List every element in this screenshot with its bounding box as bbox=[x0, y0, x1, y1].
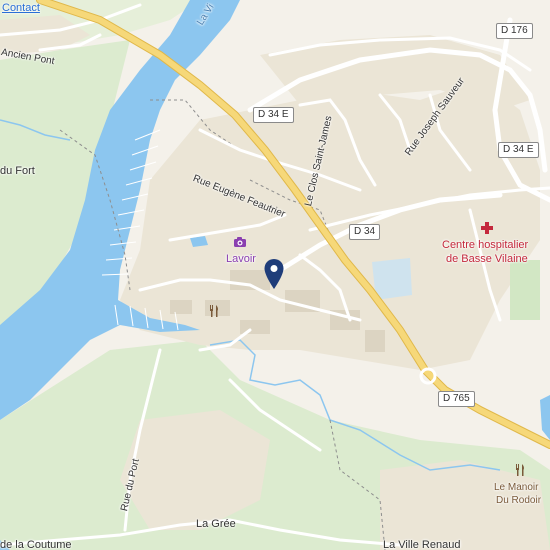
place-label-la-ville-renaud: La Ville Renaud bbox=[383, 539, 461, 550]
road-shield-d34e: D 34 E bbox=[253, 107, 294, 123]
poi-label-hospital-line2[interactable]: de Basse Vilaine bbox=[446, 254, 528, 265]
red-cross-icon[interactable] bbox=[480, 221, 494, 235]
map-canvas[interactable]: Contact D 176 D 34 E D 34 E D 34 D 765 A… bbox=[0, 0, 550, 550]
poi-label-manoir-line1[interactable]: Le Manoir bbox=[494, 483, 538, 493]
road-shield-d34e-east: D 34 E bbox=[498, 142, 539, 158]
poi-label-hospital-line1[interactable]: Centre hospitalier bbox=[442, 240, 528, 251]
place-label-la-coutume: de la Coutume bbox=[0, 539, 72, 550]
poi-label-manoir-line2[interactable]: Du Rodoir bbox=[496, 496, 541, 506]
road-shield-d34: D 34 bbox=[349, 224, 381, 240]
fork-knife-icon[interactable] bbox=[514, 463, 526, 477]
map-pin-icon[interactable] bbox=[263, 258, 285, 290]
place-label-la-gree: La Grée bbox=[196, 518, 236, 530]
poi-label-lavoir[interactable]: Lavoir bbox=[226, 254, 256, 265]
road-shield-d765: D 765 bbox=[438, 391, 475, 407]
sports-field bbox=[510, 260, 540, 320]
road-shield-d176: D 176 bbox=[496, 23, 533, 39]
hospital-campus bbox=[372, 258, 412, 300]
fork-knife-icon[interactable] bbox=[208, 304, 220, 318]
camera-icon[interactable] bbox=[233, 236, 247, 248]
contact-link[interactable]: Contact bbox=[2, 2, 40, 14]
place-label-du-fort: du Fort bbox=[0, 165, 35, 177]
lake-east bbox=[540, 395, 550, 440]
